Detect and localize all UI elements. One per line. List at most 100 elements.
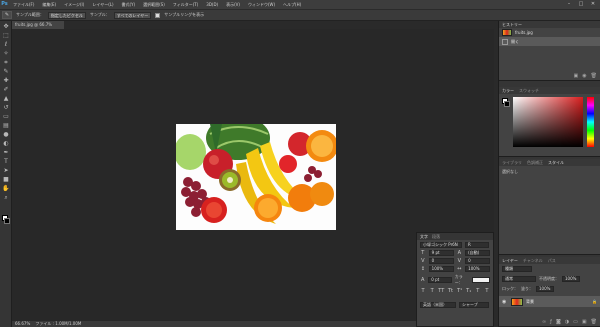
- text-color-swatch[interactable]: [471, 277, 491, 283]
- link-icon[interactable]: ∞: [542, 319, 546, 326]
- show-ring-checkbox[interactable]: [155, 12, 161, 18]
- leading-field[interactable]: (自動): [465, 250, 490, 256]
- tab-color[interactable]: カラー: [502, 88, 514, 94]
- tab-adjustments[interactable]: 色調補正: [527, 160, 543, 166]
- sample-select[interactable]: すべてのレイヤー: [113, 11, 152, 19]
- hand-tool-icon[interactable]: ✋: [2, 185, 10, 192]
- marquee-tool-icon[interactable]: ⬚: [2, 32, 10, 39]
- text-style-button[interactable]: T: [420, 288, 426, 294]
- text-style-button[interactable]: T¹: [457, 288, 463, 294]
- antialias-select[interactable]: シャープ: [459, 302, 489, 308]
- text-style-button[interactable]: Tt: [447, 288, 453, 294]
- text-style-button[interactable]: T: [475, 288, 481, 294]
- baseline-field[interactable]: 0 pt: [428, 277, 452, 283]
- dodge-tool-icon[interactable]: ◐: [2, 140, 10, 147]
- zoom-level[interactable]: 66.67%: [15, 321, 30, 326]
- minimize-button[interactable]: –: [565, 1, 573, 7]
- history-snapshot[interactable]: fruits.jpg: [499, 28, 600, 37]
- sample-size-select[interactable]: 指定したピクセル: [47, 11, 86, 19]
- eyedropper-tool-icon[interactable]: ✎: [2, 68, 10, 75]
- history-brush-icon[interactable]: ↺: [2, 104, 10, 111]
- opacity-field[interactable]: 100%: [562, 276, 580, 282]
- fx-icon[interactable]: ƒ: [550, 319, 552, 326]
- vertical-scale-field[interactable]: 100%: [428, 266, 454, 272]
- menu-item[interactable]: ウィンドウ(W): [244, 0, 279, 9]
- folder-icon[interactable]: ▭: [573, 319, 578, 326]
- trash-icon[interactable]: 🗑: [591, 73, 597, 80]
- path-select-icon[interactable]: ➤: [2, 167, 10, 174]
- eyedropper-icon[interactable]: ✎: [2, 11, 12, 19]
- kerning-field[interactable]: 0: [428, 258, 454, 264]
- fruit-photo[interactable]: [176, 124, 336, 230]
- menu-item[interactable]: 3D(D): [202, 0, 222, 9]
- mask-icon[interactable]: ◙: [556, 319, 561, 326]
- background-color-swatch[interactable]: [4, 218, 10, 224]
- tracking-field[interactable]: 0: [465, 258, 490, 264]
- color-picker-field[interactable]: [513, 97, 583, 147]
- menu-item[interactable]: イメージ(I): [60, 0, 88, 9]
- text-style-button[interactable]: TT: [438, 288, 444, 294]
- menu-item[interactable]: 表示(V): [222, 0, 244, 9]
- hue-slider[interactable]: [587, 97, 594, 147]
- menu-item[interactable]: 選択範囲(S): [139, 0, 169, 9]
- blur-tool-icon[interactable]: ●: [2, 131, 10, 138]
- menu-item[interactable]: ファイル(F): [9, 0, 38, 9]
- shape-tool-icon[interactable]: ■: [2, 176, 10, 183]
- color-label: カラー：: [454, 274, 463, 285]
- text-style-button[interactable]: T: [429, 288, 435, 294]
- menu-item[interactable]: 編集(E): [38, 0, 60, 9]
- gradient-tool-icon[interactable]: ▤: [2, 122, 10, 129]
- text-style-button[interactable]: T₁: [466, 288, 472, 294]
- layers-footer: ∞ ƒ ◙ ◑ ▭ ▣ 🗑: [499, 319, 600, 326]
- adjustment-layer-icon[interactable]: ◑: [565, 319, 569, 326]
- eraser-tool-icon[interactable]: ▭: [2, 113, 10, 120]
- close-button[interactable]: ✕: [589, 1, 597, 7]
- healing-tool-icon[interactable]: ✚: [2, 77, 10, 84]
- new-document-icon[interactable]: ▣: [574, 73, 579, 80]
- tab-paragraph[interactable]: 段落: [432, 234, 440, 240]
- font-style-select[interactable]: R: [465, 242, 489, 248]
- brush-tool-icon[interactable]: ✐: [2, 86, 10, 93]
- tab-channels[interactable]: チャンネル: [523, 258, 543, 264]
- menu-item[interactable]: 書式(Y): [118, 0, 140, 9]
- fill-field[interactable]: 100%: [536, 286, 554, 292]
- tab-swatches[interactable]: スウォッチ: [519, 88, 539, 94]
- font-size-icon: T: [421, 250, 425, 256]
- font-family-select[interactable]: 小塚ゴシック Pr6N: [420, 242, 462, 248]
- tab-layers[interactable]: レイヤー: [502, 258, 518, 264]
- stamp-tool-icon[interactable]: ▲: [2, 95, 10, 102]
- layer-row[interactable]: ◉ 背景 🔒: [499, 296, 600, 307]
- pen-tool-icon[interactable]: ✒: [2, 149, 10, 156]
- language-select[interactable]: 英語（米国）: [420, 302, 456, 308]
- horizontal-scale-field[interactable]: 100%: [465, 266, 490, 272]
- tab-libraries[interactable]: ライブラリ: [502, 160, 522, 166]
- type-tool-icon[interactable]: T: [2, 158, 10, 165]
- move-tool-icon[interactable]: ✥: [2, 23, 10, 30]
- color-panel-header: カラー スウォッチ: [499, 87, 600, 94]
- zoom-tool-icon[interactable]: ⌕: [2, 194, 10, 201]
- document-tab[interactable]: fruits.jpg @ 66.7%: [12, 21, 64, 29]
- layer-filter-select[interactable]: 種類: [502, 266, 532, 272]
- menu-item[interactable]: レイヤー(L): [88, 0, 117, 9]
- menu-item[interactable]: フィルター(T): [169, 0, 202, 9]
- history-step[interactable]: 開く: [499, 37, 600, 46]
- tab-history[interactable]: ヒストリー: [502, 22, 522, 28]
- font-size-field[interactable]: 9 pt: [428, 250, 454, 256]
- tab-character[interactable]: 文字: [420, 234, 428, 240]
- lasso-tool-icon[interactable]: ℓ: [2, 41, 10, 48]
- tab-paths[interactable]: パス: [548, 258, 556, 264]
- crop-tool-icon[interactable]: ⌗: [2, 59, 10, 66]
- app-logo[interactable]: Ps: [0, 0, 9, 9]
- eye-icon[interactable]: ◉: [502, 299, 508, 305]
- quick-select-tool-icon[interactable]: ✧: [2, 50, 10, 57]
- camera-icon[interactable]: ◉: [582, 73, 586, 80]
- tab-styles[interactable]: スタイル: [548, 160, 564, 166]
- background-color-chip[interactable]: [504, 101, 510, 107]
- maximize-button[interactable]: □: [577, 1, 585, 7]
- new-layer-icon[interactable]: ▣: [582, 319, 587, 326]
- menu-item[interactable]: ヘルプ(H): [279, 0, 305, 9]
- trash-icon[interactable]: 🗑: [591, 319, 597, 326]
- blend-mode-select[interactable]: 通常: [502, 276, 536, 282]
- tracking-icon: V: [457, 258, 462, 264]
- text-style-button[interactable]: T: [484, 288, 490, 294]
